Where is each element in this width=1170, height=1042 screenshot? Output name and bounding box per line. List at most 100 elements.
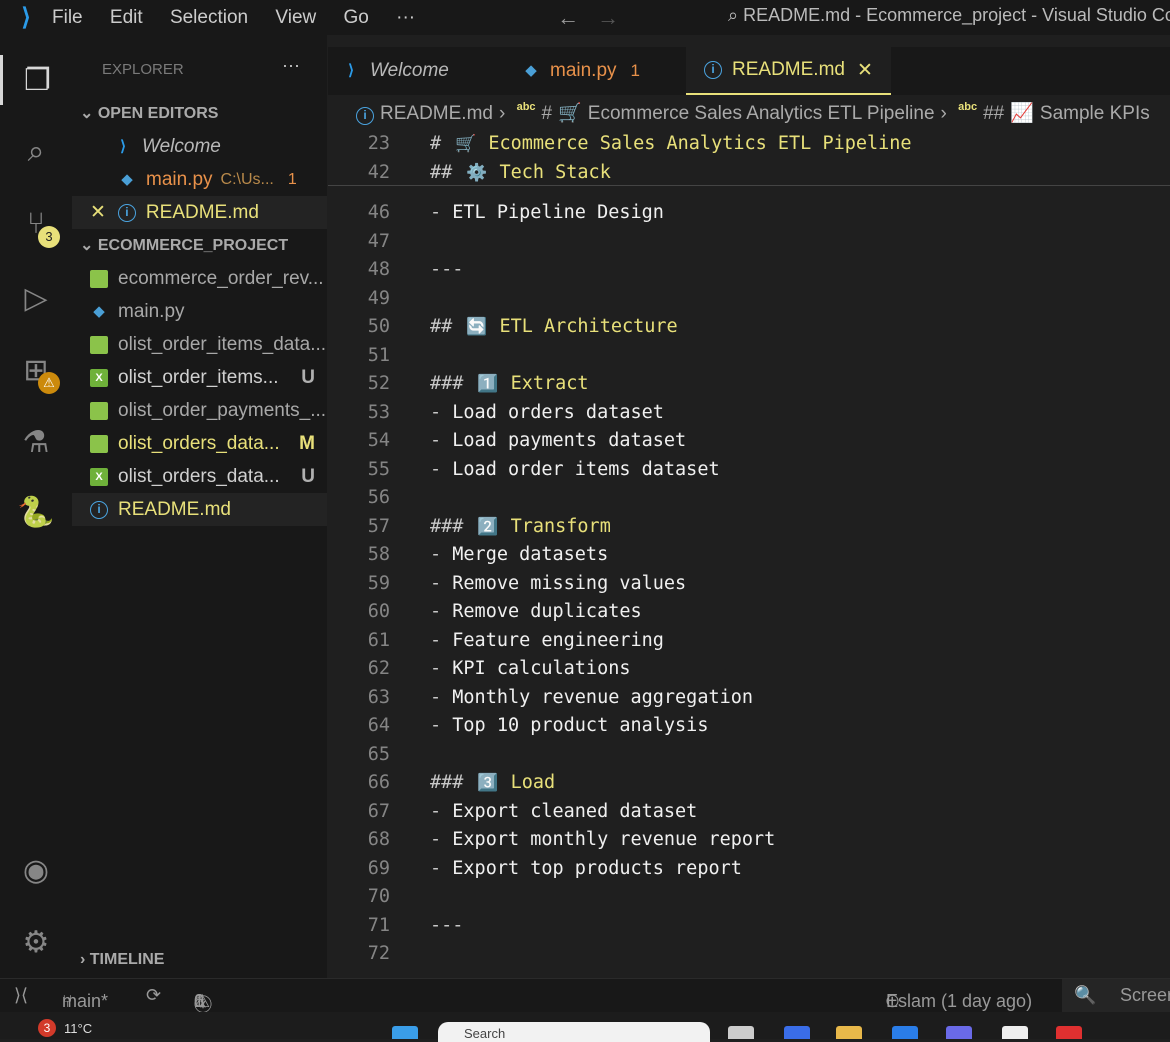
breadcrumb-heading-1[interactable]: Ecommerce Sales Analytics ETL Pipeline bbox=[588, 103, 935, 124]
tab-readme[interactable]: i README.md ✕ bbox=[686, 47, 891, 95]
markdown-marker: - bbox=[430, 857, 442, 879]
store-icon[interactable] bbox=[1002, 1026, 1028, 1039]
copilot-icon[interactable] bbox=[784, 1026, 810, 1039]
menu-edit[interactable]: Edit bbox=[110, 7, 143, 28]
activity-bar: ❐ ⌕ ⑂ 3 ▷ ⊞ ⚠ ⚗ 🐍 ◉ ⚙ bbox=[0, 35, 72, 978]
code-line[interactable]: 62 - KPI calculations bbox=[328, 655, 1170, 684]
more-actions-icon[interactable]: ··· bbox=[282, 55, 300, 76]
file-item[interactable]: ◆ main.py bbox=[72, 295, 327, 328]
code-line[interactable]: 48 --- bbox=[328, 256, 1170, 285]
code-line[interactable]: 52 ### 1️⃣ Extract bbox=[328, 370, 1170, 399]
back-arrow-icon[interactable]: ← bbox=[557, 5, 579, 30]
code-line[interactable]: 60 - Remove duplicates bbox=[328, 598, 1170, 627]
code-line[interactable]: 70 bbox=[328, 883, 1170, 912]
taskbar-search[interactable]: Search bbox=[438, 1022, 710, 1042]
menu-file[interactable]: File bbox=[52, 7, 83, 28]
line-text: Feature engineering bbox=[452, 629, 664, 651]
open-editors-header[interactable]: ⌄ OPEN EDITORS bbox=[80, 103, 218, 123]
temperature[interactable]: 11°C bbox=[64, 1021, 92, 1036]
code-editor[interactable]: 23 # 🛒 Ecommerce Sales Analytics ETL Pipeli… bbox=[328, 130, 1170, 978]
code-line[interactable]: 68 - Export monthly revenue report bbox=[328, 826, 1170, 855]
code-line[interactable]: 54 - Load payments dataset bbox=[328, 427, 1170, 456]
file-explorer-icon[interactable] bbox=[836, 1026, 862, 1039]
timeline-header[interactable]: › TIMELINE bbox=[80, 951, 164, 969]
project-header[interactable]: ⌄ ECOMMERCE_PROJECT bbox=[80, 235, 288, 255]
file-item[interactable]: olist_orders_data... M bbox=[72, 427, 327, 460]
open-editor-main-py[interactable]: ◆ main.py C:\Us... 1 bbox=[72, 163, 327, 196]
code-line[interactable]: 71 --- bbox=[328, 912, 1170, 941]
extensions-icon[interactable]: ⊞ ⚠ bbox=[0, 345, 72, 395]
zoom-icon[interactable]: 🔍 bbox=[1074, 985, 1096, 1006]
file-item[interactable]: Xolist_orders_data... U bbox=[72, 460, 327, 493]
heading-text: Tech Stack bbox=[499, 161, 611, 183]
start-icon[interactable] bbox=[392, 1026, 418, 1039]
code-line[interactable]: 46 - ETL Pipeline Design bbox=[328, 199, 1170, 228]
code-line[interactable]: 66 ### 3️⃣ Load bbox=[328, 769, 1170, 798]
code-line[interactable]: 64 - Top 10 product analysis bbox=[328, 712, 1170, 741]
command-center[interactable]: ⌕ README.md - Ecommerce_project - Visual… bbox=[728, 5, 1170, 26]
close-tab-icon[interactable]: ✕ bbox=[857, 59, 873, 82]
code-line[interactable]: 49 bbox=[328, 285, 1170, 314]
file-item[interactable]: ecommerce_order_rev... bbox=[72, 262, 327, 295]
breadcrumb-heading-2[interactable]: Sample KPIs bbox=[1040, 103, 1150, 124]
code-line[interactable]: 65 bbox=[328, 741, 1170, 770]
edge-icon[interactable] bbox=[892, 1026, 918, 1039]
tab-main-py[interactable]: ◆ main.py 1 bbox=[498, 47, 678, 95]
line-number: 66 bbox=[367, 772, 390, 793]
code-line[interactable]: 58 - Merge datasets bbox=[328, 541, 1170, 570]
csv-file-icon bbox=[90, 434, 108, 453]
screen-reader-item[interactable]: Screer bbox=[1120, 985, 1170, 1006]
sync-icon[interactable]: ⟳ bbox=[146, 985, 161, 1006]
run-debug-icon[interactable]: ▷ bbox=[0, 273, 72, 323]
sticky-scroll[interactable]: 23 # 🛒 Ecommerce Sales Analytics ETL Pipeli… bbox=[328, 130, 1170, 186]
code-line[interactable]: 55 - Load order items dataset bbox=[328, 456, 1170, 485]
markdown-marker: ### bbox=[430, 515, 464, 537]
timeline-label: TIMELINE bbox=[89, 951, 165, 968]
code-line[interactable]: 51 bbox=[328, 342, 1170, 371]
menu-view[interactable]: View bbox=[275, 7, 316, 28]
forward-arrow-icon[interactable]: → bbox=[597, 5, 619, 30]
code-line[interactable]: 69 - Export top products report bbox=[328, 855, 1170, 884]
open-editor-welcome[interactable]: ⟩ Welcome bbox=[72, 130, 327, 163]
code-line[interactable]: 56 bbox=[328, 484, 1170, 513]
project-label: ECOMMERCE_PROJECT bbox=[97, 237, 289, 254]
code-line[interactable]: 61 - Feature engineering bbox=[328, 627, 1170, 656]
line-number: 59 bbox=[367, 572, 390, 594]
python-icon[interactable]: 🐍 bbox=[0, 487, 72, 537]
teams-icon[interactable] bbox=[946, 1026, 972, 1039]
file-item[interactable]: Xolist_order_items... U bbox=[72, 361, 327, 394]
vscode-logo-icon: ⟩ bbox=[21, 4, 31, 31]
tab-welcome[interactable]: ⟩ Welcome bbox=[328, 47, 498, 95]
code-line[interactable]: 67 - Export cleaned dataset bbox=[328, 798, 1170, 827]
account-icon[interactable]: ◉ bbox=[0, 845, 72, 895]
source-control-badge: 3 bbox=[38, 226, 60, 248]
search-icon[interactable]: ⌕ bbox=[0, 127, 72, 177]
testing-icon[interactable]: ⚗ bbox=[0, 417, 72, 467]
code-line[interactable]: 23 # 🛒 Ecommerce Sales Analytics ETL Pipeli… bbox=[328, 130, 1170, 159]
file-item[interactable]: olist_order_items_data... bbox=[72, 328, 327, 361]
close-icon[interactable]: ✕ bbox=[90, 201, 106, 224]
code-line[interactable]: 53 - Load orders dataset bbox=[328, 399, 1170, 428]
file-item[interactable]: i README.md bbox=[72, 493, 327, 526]
menu-selection[interactable]: Selection bbox=[170, 7, 248, 28]
code-line[interactable]: 50 ## 🔄 ETL Architecture bbox=[328, 313, 1170, 342]
menu-more[interactable]: ··· bbox=[396, 7, 415, 28]
breadcrumb-file[interactable]: README.md bbox=[380, 103, 493, 124]
file-item[interactable]: olist_order_payments_... bbox=[72, 394, 327, 427]
open-editor-readme[interactable]: ✕ i README.md bbox=[72, 196, 327, 229]
source-control-icon[interactable]: ⑂ 3 bbox=[0, 199, 72, 249]
remote-icon[interactable]: ⟩⟨ bbox=[14, 985, 28, 1006]
code-line[interactable]: 72 bbox=[328, 940, 1170, 969]
explorer-icon[interactable]: ❐ bbox=[0, 55, 72, 105]
app-icon[interactable] bbox=[1056, 1026, 1082, 1039]
task-view-icon[interactable] bbox=[728, 1026, 754, 1039]
code-line[interactable]: 42 ## ⚙️ Tech Stack bbox=[328, 159, 1170, 188]
code-line[interactable]: 59 - Remove missing values bbox=[328, 570, 1170, 599]
gear-icon[interactable]: ⚙ bbox=[0, 917, 72, 967]
line-number: 56 bbox=[367, 487, 390, 508]
code-line[interactable]: 47 bbox=[328, 228, 1170, 257]
code-line[interactable]: 57 ### 2️⃣ Transform bbox=[328, 513, 1170, 542]
code-line[interactable]: 63 - Monthly revenue aggregation bbox=[328, 684, 1170, 713]
line-number: 47 bbox=[367, 230, 390, 252]
menu-go[interactable]: Go bbox=[344, 7, 369, 28]
